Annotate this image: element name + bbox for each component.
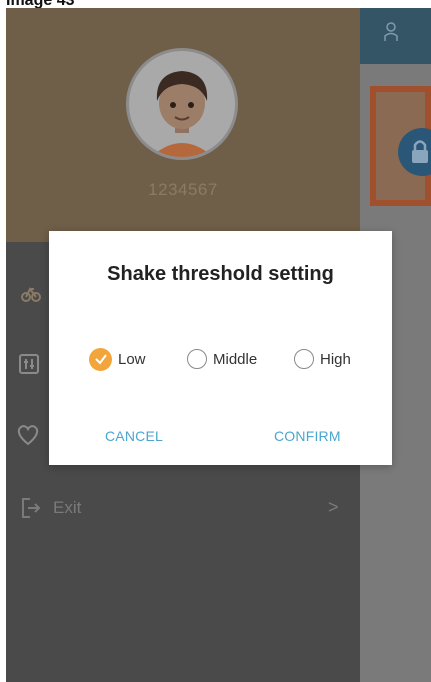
chevron-right-icon[interactable]: >	[328, 497, 339, 518]
radio-low-checked[interactable]	[89, 347, 112, 371]
heart-icon[interactable]	[16, 424, 40, 446]
bike-icon[interactable]	[20, 282, 42, 304]
exit-menu-item[interactable]: Exit	[53, 498, 81, 518]
user-id: 1234567	[148, 180, 218, 199]
app-screen: 1234567 Exit > Shake threshold setting L…	[6, 8, 431, 682]
confirm-button[interactable]: CONFIRM	[274, 428, 341, 444]
shake-threshold-dialog: Shake threshold setting Low Middle High …	[49, 231, 392, 465]
image-caption: Image 43	[0, 0, 74, 8]
option-middle-label: Middle	[213, 350, 258, 368]
radio-middle[interactable]	[187, 349, 207, 369]
radio-high[interactable]	[294, 349, 314, 369]
dialog-title: Shake threshold setting	[107, 263, 334, 285]
user-icon	[384, 22, 398, 41]
option-high-label: High	[320, 350, 351, 368]
option-low-label: Low	[118, 350, 146, 368]
background-top-bar	[360, 8, 431, 64]
avatar[interactable]	[126, 48, 238, 160]
option-low[interactable]: Low	[89, 347, 146, 371]
cancel-button[interactable]: CANCEL	[105, 428, 163, 444]
check-icon	[94, 354, 107, 365]
option-high[interactable]: High	[294, 347, 351, 371]
profile-header: 1234567	[6, 8, 360, 242]
lock-icon	[398, 128, 431, 176]
settings-icon[interactable]	[18, 353, 40, 375]
exit-icon[interactable]	[20, 497, 42, 519]
option-middle[interactable]: Middle	[187, 347, 257, 371]
